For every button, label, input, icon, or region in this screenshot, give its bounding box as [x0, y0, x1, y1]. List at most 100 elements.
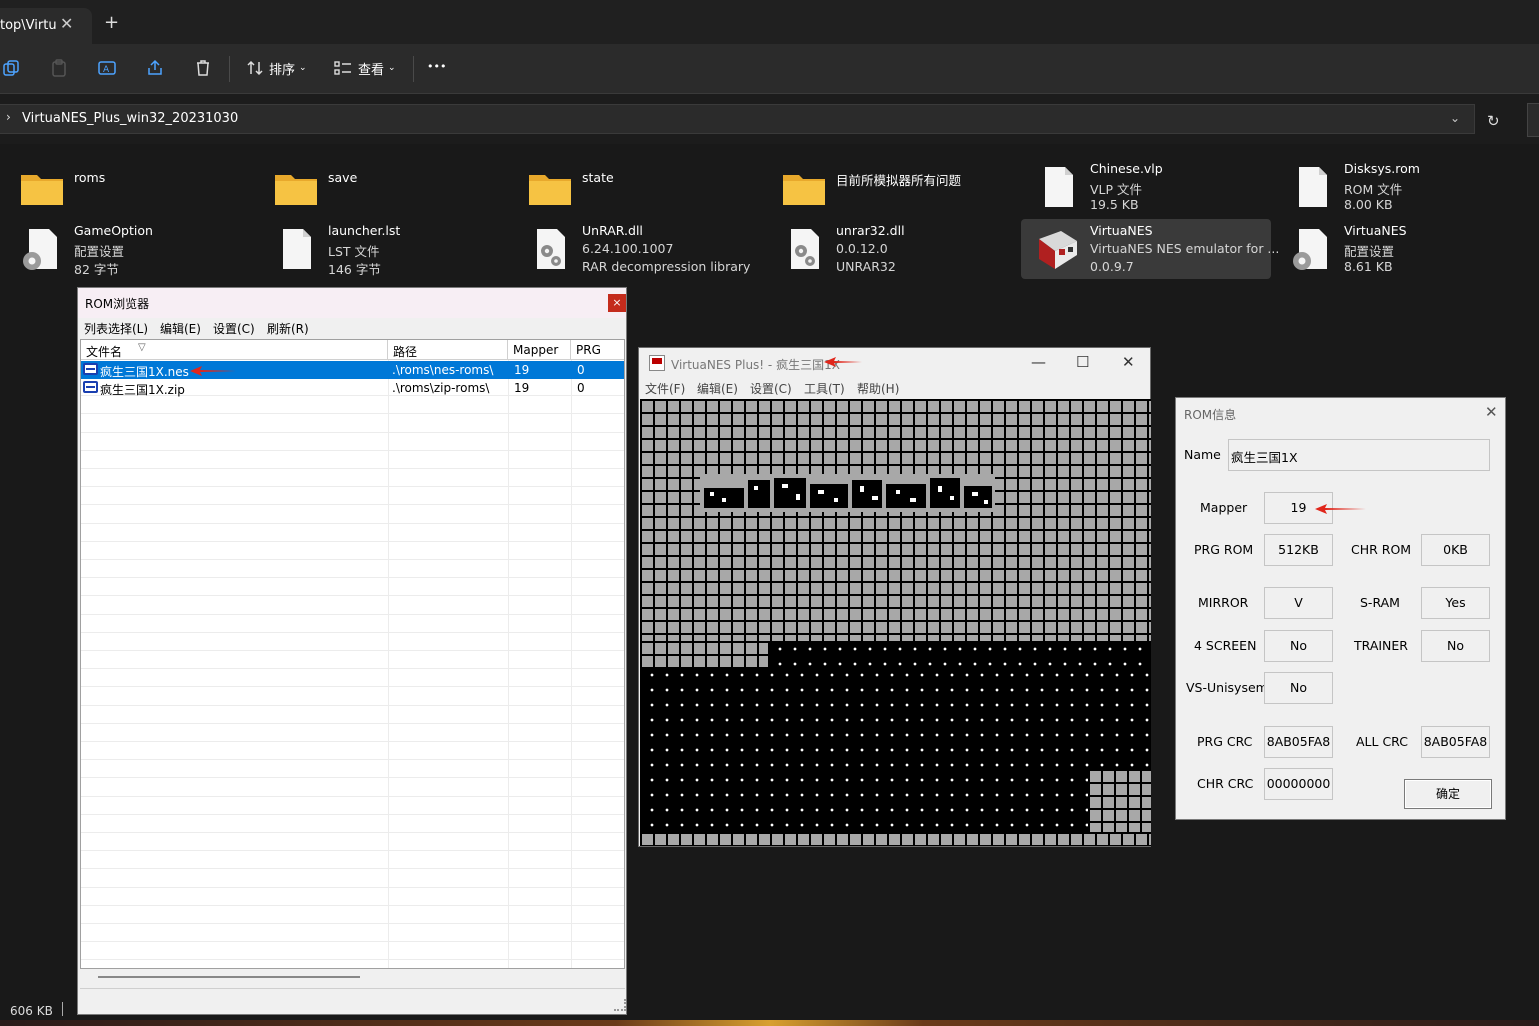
prg-rom-label: PRG ROM: [1194, 542, 1254, 557]
menu-file[interactable]: 文件(F): [645, 380, 685, 397]
file-item[interactable]: VirtuaNES VirtuaNES NES emulator for ... 0…: [1021, 219, 1279, 279]
paste-icon[interactable]: [49, 58, 69, 78]
file-name: state: [582, 170, 614, 185]
table-row[interactable]: 疯生三国1X.nes .\roms\nes-roms\ 19 0: [81, 361, 624, 379]
sort-button[interactable]: 排序: [269, 59, 295, 78]
toolbar-divider: [229, 56, 230, 82]
file-name: Disksys.rom: [1344, 161, 1420, 176]
file-name: save: [328, 170, 358, 185]
menu-refresh[interactable]: 刷新(R): [267, 320, 309, 337]
file-type: LST 文件: [328, 244, 380, 259]
file-item[interactable]: state: [513, 157, 763, 217]
new-tab-button[interactable]: +: [104, 12, 119, 33]
chevron-down-icon: ⌄: [388, 63, 396, 73]
column-header-filename[interactable]: 文件名 ▽: [81, 340, 388, 360]
cell-path: .\roms\nes-roms\: [392, 363, 494, 377]
column-header-mapper[interactable]: Mapper: [508, 340, 571, 360]
address-path: VirtuaNES_Plus_win32_20231030: [22, 111, 239, 126]
horizontal-scrollbar[interactable]: [80, 969, 625, 985]
file-item[interactable]: unrar32.dll 0.0.12.0 UNRAR32: [767, 219, 1017, 279]
column-header-path[interactable]: 路径: [388, 340, 508, 360]
virtuanes-app-icon: [649, 355, 665, 371]
file-size: 82 字节: [74, 262, 119, 277]
share-icon[interactable]: [145, 58, 165, 78]
chevron-right-icon[interactable]: ›: [6, 110, 11, 124]
rom-browser-titlebar[interactable]: ROM浏览器 ×: [78, 288, 626, 318]
folder-icon: [783, 175, 825, 205]
tile-grid-left-strip: [640, 641, 768, 667]
menu-settings[interactable]: 设置(C): [750, 380, 792, 397]
close-icon[interactable]: ✕: [1122, 353, 1135, 371]
taskbar-edge: [0, 1020, 1539, 1026]
file-item[interactable]: GameOption 配置设置 82 字节: [5, 219, 255, 279]
tab-bar: top\Virtu ✕ +: [0, 0, 1539, 44]
vs-unisystem-value: No: [1264, 672, 1333, 704]
rename-icon[interactable]: A: [97, 58, 117, 78]
cell-path: .\roms\zip-roms\: [392, 381, 490, 395]
file-size: RAR decompression library: [582, 259, 751, 274]
virtuanes-menubar: 文件(F) 编辑(E) 设置(C) 工具(T) 帮助(H): [639, 378, 1150, 398]
column-header-prg[interactable]: PRG: [571, 340, 624, 360]
menu-settings[interactable]: 设置(C): [213, 320, 255, 337]
minimize-icon[interactable]: —: [1031, 353, 1046, 371]
address-row: › VirtuaNES_Plus_win32_20231030 ⌄ ↻: [0, 94, 1539, 144]
file-item[interactable]: save: [259, 157, 509, 217]
chevron-down-icon[interactable]: ⌄: [1450, 111, 1460, 125]
file-type: 0.0.12.0: [836, 241, 888, 256]
document-icon: [1045, 167, 1073, 207]
mirror-label: MIRROR: [1198, 595, 1249, 610]
rom-name-field[interactable]: 疯生三国1X: [1228, 439, 1490, 471]
file-item[interactable]: VirtuaNES 配置设置 8.61 KB: [1275, 219, 1525, 279]
file-name: Chinese.vlp: [1090, 161, 1163, 176]
settings-file-icon: [1293, 229, 1327, 270]
game-screen[interactable]: [640, 399, 1151, 846]
copy-icon[interactable]: [2, 58, 22, 78]
explorer-tab[interactable]: top\Virtu ✕: [0, 8, 92, 44]
menu-edit[interactable]: 编辑(E): [160, 320, 201, 337]
dll-file-icon: [791, 229, 819, 269]
chr-crc-value: 00000000: [1264, 768, 1333, 800]
rom-info-title: ROM信息: [1184, 408, 1237, 422]
file-item[interactable]: launcher.lst LST 文件 146 字节: [259, 219, 509, 279]
close-icon[interactable]: ✕: [1485, 403, 1498, 421]
document-icon: [1299, 167, 1327, 207]
file-item[interactable]: 目前所模拟器所有问题: [767, 157, 1017, 217]
virtuanes-title: VirtuaNES Plus! - 疯生三国1X: [671, 358, 840, 372]
more-options-button[interactable]: •••: [427, 60, 446, 73]
file-name: VirtuaNES: [1344, 223, 1407, 238]
command-bar: A 排序 ⌄ 查看 ⌄ •••: [0, 44, 1539, 94]
file-name: UnRAR.dll: [582, 223, 643, 238]
file-name: launcher.lst: [328, 223, 401, 238]
view-button[interactable]: 查看: [358, 59, 384, 78]
refresh-icon[interactable]: ↻: [1487, 112, 1500, 130]
rom-browser-close-button[interactable]: ×: [608, 294, 626, 312]
table-row[interactable]: 疯生三国1X.zip .\roms\zip-roms\ 19 0: [81, 379, 624, 397]
mapper-label: Mapper: [1200, 500, 1248, 515]
menu-list-select[interactable]: 列表选择(L): [84, 320, 148, 337]
scrollbar-thumb[interactable]: [98, 976, 360, 978]
maximize-icon[interactable]: ☐: [1076, 353, 1089, 371]
menu-tools[interactable]: 工具(T): [804, 380, 845, 397]
file-item[interactable]: roms: [5, 157, 255, 217]
file-item[interactable]: UnRAR.dll 6.24.100.1007 RAR decompression …: [513, 219, 763, 279]
menu-help[interactable]: 帮助(H): [857, 380, 899, 397]
menu-edit[interactable]: 编辑(E): [697, 380, 738, 397]
rom-file-icon: [83, 381, 98, 393]
file-item[interactable]: Chinese.vlp VLP 文件 19.5 KB: [1021, 157, 1271, 217]
file-name: GameOption: [74, 223, 153, 238]
address-bar[interactable]: › VirtuaNES_Plus_win32_20231030 ⌄: [0, 104, 1475, 134]
resize-grip[interactable]: [614, 999, 626, 1011]
virtuanes-titlebar[interactable]: VirtuaNES Plus! - 疯生三国1X — ☐ ✕: [639, 348, 1150, 378]
file-item[interactable]: Disksys.rom ROM 文件 8.00 KB: [1275, 157, 1525, 217]
delete-icon[interactable]: [193, 58, 213, 78]
file-size: 146 字节: [328, 262, 381, 277]
close-tab-icon[interactable]: ✕: [60, 14, 73, 33]
search-box-edge[interactable]: [1527, 103, 1539, 137]
all-crc-label: ALL CRC: [1356, 734, 1408, 749]
tile-grid-top: [640, 399, 1151, 641]
trainer-label: TRAINER: [1354, 638, 1408, 653]
ok-button[interactable]: 确定: [1404, 779, 1492, 809]
file-size: 8.00 KB: [1344, 197, 1393, 212]
folder-icon: [275, 175, 317, 205]
status-size: 606 KB: [10, 1004, 53, 1018]
